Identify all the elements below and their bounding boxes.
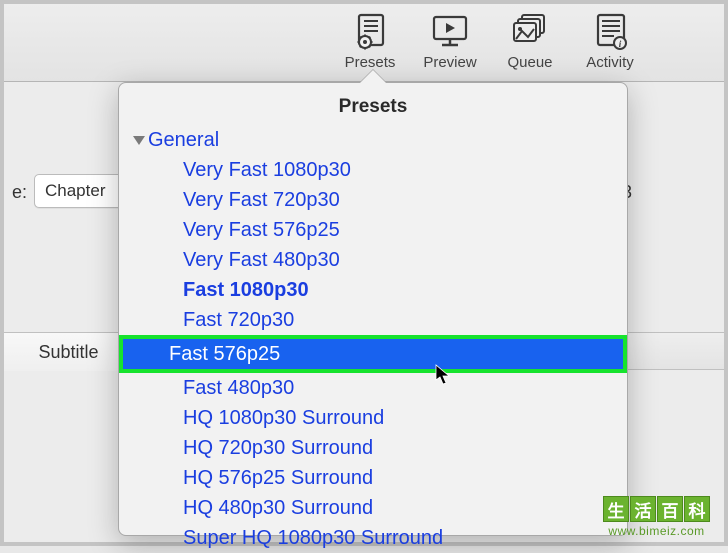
- preset-category-label: General: [148, 129, 219, 151]
- activity-icon: i: [587, 10, 633, 52]
- popover-arrow: [359, 70, 387, 84]
- preset-item[interactable]: Very Fast 576p25: [133, 215, 619, 245]
- tab-subtitle-label: Subtitle: [38, 342, 98, 363]
- field-label: e:: [12, 182, 27, 203]
- toolbar-activity-label: Activity: [586, 54, 634, 71]
- preset-item[interactable]: Very Fast 1080p30: [133, 155, 619, 185]
- watermark-char: 活: [630, 496, 656, 522]
- preset-category-general[interactable]: General: [133, 126, 619, 155]
- toolbar-presets-label: Presets: [345, 54, 396, 71]
- chapter-dropdown-label: Chapter: [45, 181, 105, 201]
- toolbar-queue-label: Queue: [507, 54, 552, 71]
- preset-item[interactable]: HQ 720p30 Surround: [133, 433, 619, 463]
- preset-item[interactable]: Super HQ 1080p30 Surround: [133, 523, 619, 553]
- preset-item[interactable]: Fast 480p30: [133, 373, 619, 403]
- toolbar-queue[interactable]: Queue: [494, 10, 566, 71]
- watermark-char: 百: [657, 496, 683, 522]
- tab-subtitle[interactable]: Subtitle: [4, 333, 134, 371]
- disclosure-triangle-icon: [133, 136, 145, 145]
- toolbar-activity[interactable]: i Activity: [574, 10, 646, 71]
- toolbar-preview[interactable]: Preview: [414, 10, 486, 71]
- preset-item[interactable]: Fast 1080p30: [133, 275, 619, 305]
- preset-item[interactable]: Fast 720p30: [133, 305, 619, 335]
- preset-item[interactable]: Very Fast 720p30: [133, 185, 619, 215]
- preset-item[interactable]: HQ 576p25 Surround: [133, 463, 619, 493]
- queue-icon: [507, 10, 553, 52]
- watermark-char: 生: [603, 496, 629, 522]
- preset-item[interactable]: HQ 1080p30 Surround: [133, 403, 619, 433]
- toolbar-preview-label: Preview: [423, 54, 476, 71]
- presets-popover: Presets General Very Fast 1080p30Very Fa…: [118, 82, 628, 536]
- preset-item[interactable]: HQ 480p30 Surround: [133, 493, 619, 523]
- preset-tree: General Very Fast 1080p30Very Fast 720p3…: [119, 126, 627, 553]
- watermark-url: www.bimeiz.com: [603, 524, 710, 538]
- preset-item[interactable]: Very Fast 480p30: [133, 245, 619, 275]
- popover-title: Presets: [119, 83, 627, 126]
- preset-item[interactable]: Fast 576p25: [119, 335, 627, 373]
- watermark-char: 科: [684, 496, 710, 522]
- toolbar-presets[interactable]: Presets: [334, 10, 406, 71]
- preview-icon: [427, 10, 473, 52]
- presets-icon: [347, 10, 393, 52]
- watermark: 生活百科 www.bimeiz.com: [603, 496, 710, 538]
